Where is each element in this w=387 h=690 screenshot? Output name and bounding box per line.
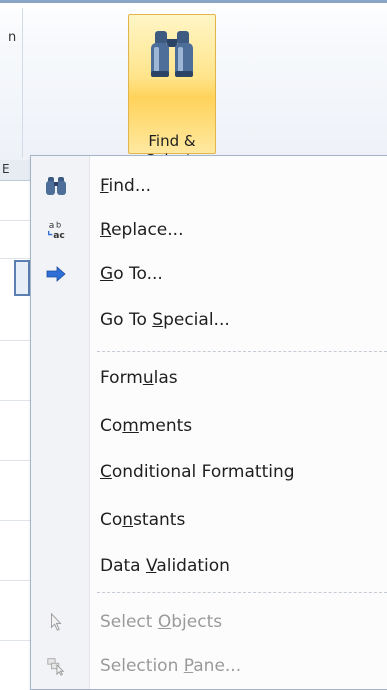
grid-line: [0, 460, 30, 461]
menu-item-label: Selection Pane...: [100, 656, 242, 676]
menu-item-go-to[interactable]: Go To...: [31, 256, 387, 292]
menu-item-label: Data Validation: [100, 556, 230, 576]
binoculars-icon: [151, 31, 193, 77]
menu-item-data-validation[interactable]: Data Validation: [31, 548, 387, 584]
grid-line: [0, 580, 30, 581]
mnemonic-letter: S: [152, 310, 164, 330]
mnemonic-letter: V: [146, 556, 157, 576]
svg-text:b: b: [56, 220, 61, 229]
replace-icon: a b ac: [48, 220, 65, 240]
menu-item-selection-pane[interactable]: Selection Pane...: [31, 648, 387, 684]
mnemonic-letter: P: [183, 656, 194, 676]
svg-text:a: a: [49, 221, 55, 231]
menu-item-label: Replace...: [100, 220, 184, 240]
mnemonic-letter: u: [142, 368, 154, 388]
mnemonic-letter: O: [157, 612, 172, 632]
grid-line: [0, 340, 30, 341]
grid-line: [0, 640, 30, 641]
menu-item-label: Select Objects: [100, 612, 223, 632]
binoculars-icon: [46, 177, 66, 195]
worksheet-fragment[interactable]: [0, 160, 30, 686]
menu-item-select-objects[interactable]: Select Objects: [31, 604, 387, 640]
selection-pane-icon: [47, 658, 65, 676]
menu-item-label: Go To...: [100, 264, 163, 284]
grid-line: [0, 220, 30, 221]
ribbon-border: [0, 0, 387, 3]
column-header-label: E: [2, 162, 10, 176]
find-select-label-line1: Find &: [148, 132, 196, 150]
menu-item-label: Conditional Formatting: [100, 462, 295, 482]
mnemonic-letter: C: [100, 462, 112, 482]
ribbon-separator: [22, 8, 23, 158]
menu-item-replace[interactable]: a b ac Replace...: [31, 212, 387, 248]
find-select-button[interactable]: Find & Select▾: [128, 14, 216, 169]
svg-text:ac: ac: [53, 231, 65, 240]
grid-line: [0, 258, 30, 259]
menu-item-go-to-special[interactable]: Go To Special...: [31, 302, 387, 338]
column-header[interactable]: E: [0, 160, 30, 181]
grid-line: [0, 520, 30, 521]
mnemonic-letter: n: [122, 510, 134, 530]
mnemonic-letter: R: [100, 220, 112, 240]
menu-item-constants[interactable]: Constants: [31, 502, 387, 538]
menu-item-find[interactable]: Find...: [31, 168, 387, 204]
menu-separator: [97, 592, 387, 593]
cursor-arrow-icon: [51, 612, 62, 631]
menu-item-label: Constants: [100, 510, 186, 530]
selected-cell[interactable]: [14, 260, 30, 296]
menu-item-label: Comments: [100, 416, 193, 436]
ribbon-group-fragment: n: [8, 30, 17, 45]
menu-separator: [97, 351, 387, 352]
menu-item-label: Go To Special...: [100, 310, 230, 330]
mnemonic-letter: G: [100, 264, 114, 284]
find-select-dropdown-menu: Find... a b ac Replace... Go To... Go To…: [30, 155, 387, 690]
menu-item-label: Find...: [100, 176, 152, 196]
menu-item-comments[interactable]: Comments: [31, 408, 387, 444]
grid-line: [0, 400, 30, 401]
arrow-right-icon: [46, 266, 66, 282]
menu-item-conditional-formatting[interactable]: Conditional Formatting: [31, 454, 387, 490]
menu-item-label: Formulas: [100, 368, 178, 388]
mnemonic-letter: F: [100, 176, 109, 196]
menu-item-formulas[interactable]: Formulas: [31, 360, 387, 396]
mnemonic-letter: m: [122, 416, 139, 436]
ribbon: n Find & Select▾: [0, 0, 387, 169]
